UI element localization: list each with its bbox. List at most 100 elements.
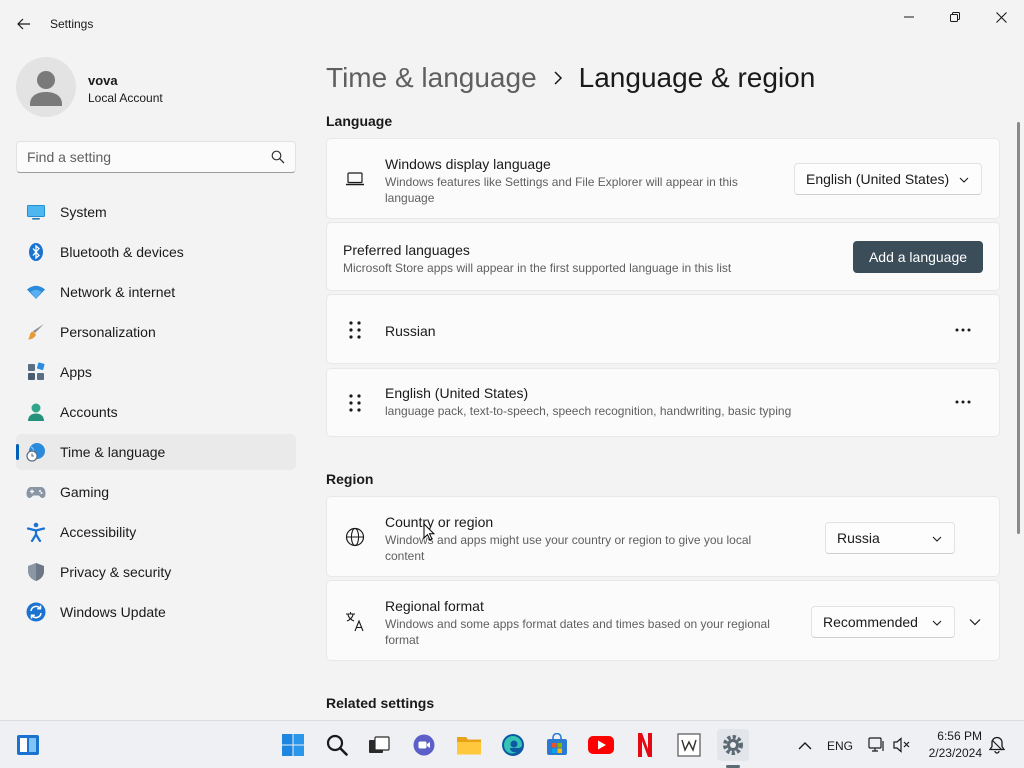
minimize-button[interactable]: [886, 4, 932, 30]
page-title: Language & region: [578, 62, 816, 93]
regional-format-card[interactable]: Regional format Windows and some apps fo…: [326, 580, 1000, 661]
youtube-icon[interactable]: [585, 729, 617, 761]
sidebar-item-time-language[interactable]: Time & language: [16, 434, 296, 470]
more-horizontal-icon: [955, 328, 971, 332]
globe-icon: [343, 525, 367, 549]
apps-icon: [26, 362, 46, 382]
expand-button[interactable]: [961, 608, 989, 636]
more-horizontal-icon: [955, 400, 971, 404]
wikipedia-icon[interactable]: [673, 729, 705, 761]
drag-handle-icon[interactable]: [347, 320, 363, 340]
sidebar-item-windows-update[interactable]: Windows Update: [16, 594, 296, 630]
show-hidden-icons-chevron-up-icon[interactable]: [789, 729, 821, 761]
settings-icon[interactable]: [717, 729, 749, 761]
start-icon[interactable]: [277, 729, 309, 761]
search-icon[interactable]: [271, 150, 285, 164]
language-features: language pack, text-to-speech, speech re…: [385, 404, 792, 418]
sidebar-item-accessibility[interactable]: Accessibility: [16, 514, 296, 550]
section-title-language: Language: [326, 113, 393, 129]
task-view-icon[interactable]: [363, 729, 395, 761]
sidebar-item-label: Time & language: [60, 444, 166, 460]
sidebar-item-gaming[interactable]: Gaming: [16, 474, 296, 510]
sidebar-item-bluetooth[interactable]: Bluetooth & devices: [16, 234, 296, 270]
preferred-languages-card: Preferred languages Microsoft Store apps…: [326, 222, 1000, 291]
sidebar-item-system[interactable]: System: [16, 194, 296, 230]
search-icon[interactable]: [321, 729, 353, 761]
add-language-button[interactable]: Add a language: [853, 241, 983, 273]
wifi-icon: [26, 282, 46, 302]
language-item-russian[interactable]: Russian: [326, 294, 1000, 364]
input-language-indicator[interactable]: ENG: [827, 739, 853, 753]
sidebar-item-accounts[interactable]: Accounts: [16, 394, 296, 430]
regional-format-title: Regional format: [385, 598, 484, 614]
close-button[interactable]: [978, 4, 1024, 30]
preferred-languages-title: Preferred languages: [343, 242, 470, 258]
country-region-dropdown[interactable]: Russia: [825, 522, 955, 554]
sidebar-item-label: Windows Update: [60, 604, 166, 620]
close-icon: [995, 11, 1007, 23]
clock-time[interactable]: 6:56 PM: [930, 729, 982, 743]
file-explorer-icon[interactable]: [453, 729, 485, 761]
widgets-icon[interactable]: [12, 729, 44, 761]
drag-handle-icon[interactable]: [347, 393, 363, 413]
country-region-title: Country or region: [385, 514, 494, 530]
user-icon: [30, 71, 62, 106]
regional-format-value: Recommended: [823, 614, 918, 630]
display-language-description: Windows features like Settings and File …: [385, 175, 738, 205]
sidebar-item-apps[interactable]: Apps: [16, 354, 296, 390]
section-title-region: Region: [326, 471, 374, 487]
sidebar-item-network[interactable]: Network & internet: [16, 274, 296, 310]
scrollbar[interactable]: [1017, 122, 1020, 534]
edge-icon[interactable]: [497, 729, 529, 761]
regional-format-icon: [343, 609, 367, 633]
sidebar-item-label: Privacy & security: [60, 564, 172, 580]
chevron-down-icon: [969, 619, 981, 626]
sidebar-item-label: Accessibility: [60, 524, 137, 540]
clock-date[interactable]: 2/23/2024: [918, 746, 982, 760]
preferred-languages-description: Microsoft Store apps will appear in the …: [343, 261, 732, 275]
regional-format-dropdown[interactable]: Recommended: [811, 606, 955, 638]
sidebar-item-label: Apps: [60, 364, 92, 380]
mouse-pointer-icon: [423, 523, 435, 541]
sidebar-item-label: Personalization: [60, 324, 156, 340]
display-language-card: Windows display language Windows feature…: [326, 138, 1000, 219]
country-region-value: Russia: [837, 530, 880, 546]
section-title-related-settings: Related settings: [326, 695, 435, 711]
volume-muted-icon[interactable]: [886, 729, 918, 761]
window-title: Settings: [50, 17, 94, 31]
avatar[interactable]: [16, 57, 76, 117]
restore-button[interactable]: [932, 4, 978, 30]
sidebar-item-label: Accounts: [60, 404, 118, 420]
netflix-icon[interactable]: [629, 729, 661, 761]
back-button[interactable]: [10, 10, 38, 38]
title-bar: Settings: [0, 0, 1024, 48]
store-icon[interactable]: [541, 729, 573, 761]
profile-name: vova: [88, 73, 118, 88]
language-item-english[interactable]: English (United States) language pack, t…: [326, 368, 1000, 437]
chat-icon[interactable]: [408, 729, 440, 761]
bluetooth-icon: [26, 242, 46, 262]
breadcrumb: Time & language Language & region: [326, 58, 815, 98]
sidebar-item-personalization[interactable]: Personalization: [16, 314, 296, 350]
sidebar-item-privacy[interactable]: Privacy & security: [16, 554, 296, 590]
sidebar-item-label: Gaming: [60, 484, 110, 500]
person-icon: [26, 402, 46, 422]
search-box: [16, 141, 296, 173]
chevron-down-icon: [932, 620, 942, 626]
display-language-value: English (United States): [806, 171, 950, 187]
laptop-icon: [343, 167, 367, 191]
search-input[interactable]: [17, 142, 263, 172]
gamepad-icon: [26, 482, 46, 502]
more-options-button[interactable]: [947, 314, 979, 346]
taskbar: ENG 6:56 PM 2/23/2024: [0, 720, 1024, 768]
paintbrush-icon: [26, 322, 46, 342]
restore-icon: [950, 12, 960, 22]
update-icon: [26, 602, 46, 622]
more-options-button[interactable]: [947, 386, 979, 418]
sidebar-nav: System Bluetooth & devices Network & int…: [16, 194, 296, 634]
display-language-dropdown[interactable]: English (United States): [794, 163, 982, 195]
notification-icon[interactable]: [981, 729, 1013, 761]
sidebar-item-label: System: [60, 204, 107, 220]
country-region-description: Windows and apps might use your country …: [385, 533, 752, 563]
breadcrumb-parent-link[interactable]: Time & language: [326, 62, 537, 94]
